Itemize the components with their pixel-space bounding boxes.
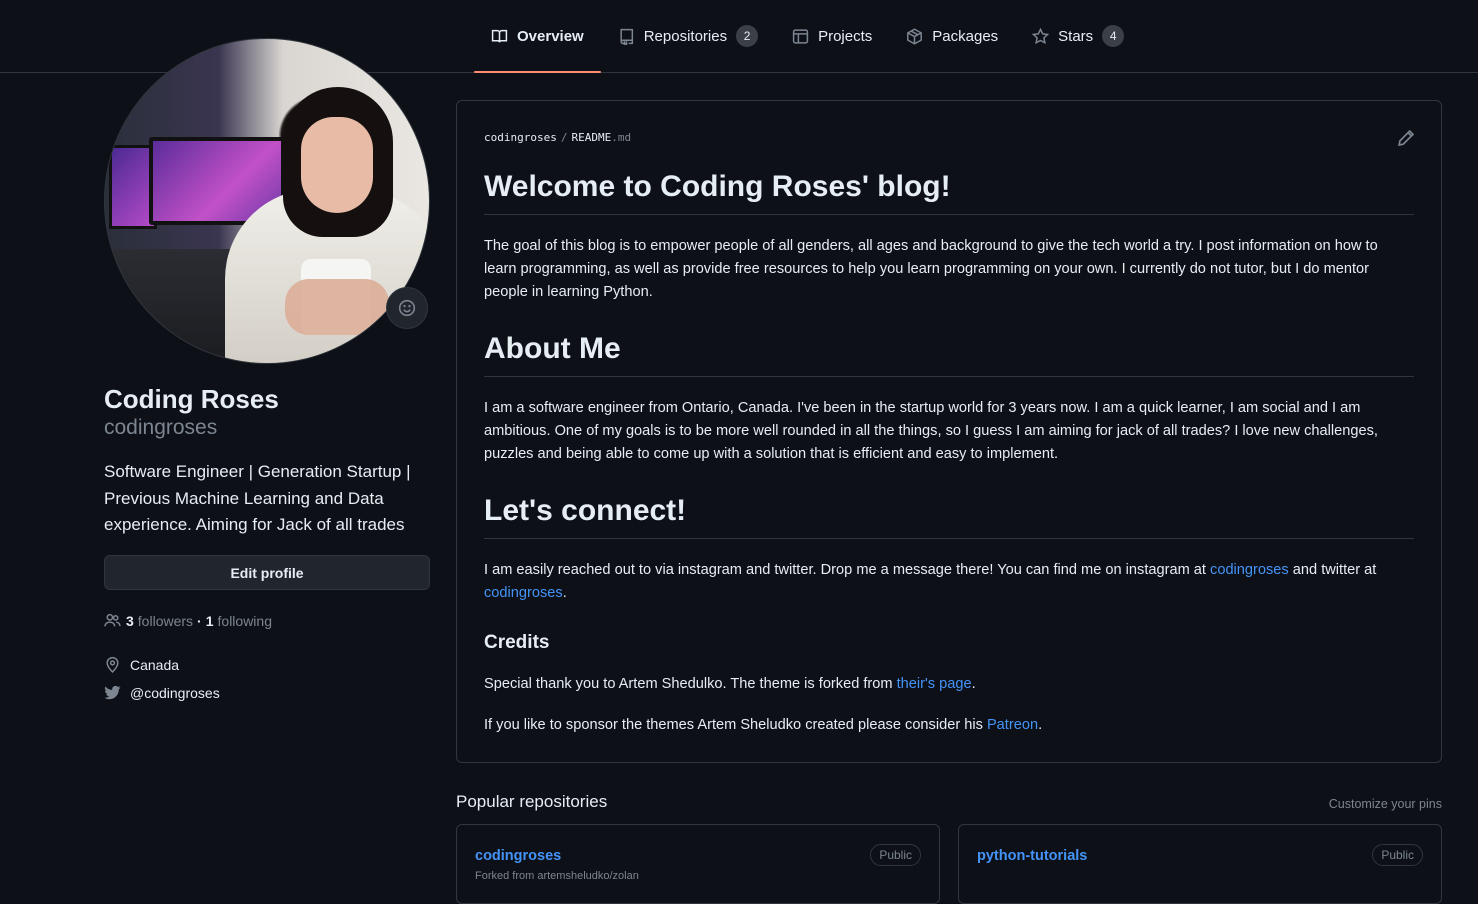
visibility-badge: Public <box>1372 844 1423 866</box>
repo-card: codingroses Public Forked from artemshel… <box>456 824 940 904</box>
readme-heading-credits: Credits <box>484 632 1414 654</box>
avatar[interactable] <box>104 38 430 364</box>
sponsor-text-b: . <box>1038 717 1043 733</box>
connect-text-c: . <box>562 585 567 601</box>
readme-heading-welcome: Welcome to Coding Roses' blog! <box>484 170 1414 215</box>
readme-owner-link[interactable]: codingroses <box>484 131 557 144</box>
tab-overview-label: Overview <box>517 27 584 45</box>
readme-heading-about: About Me <box>484 332 1414 377</box>
tab-overview[interactable]: Overview <box>474 0 601 73</box>
credits-text-b: . <box>971 676 976 692</box>
location-text: Canada <box>130 656 180 673</box>
readme-file-name: README <box>571 131 612 144</box>
tab-projects-label: Projects <box>818 27 873 45</box>
package-icon <box>907 27 923 45</box>
smiley-icon <box>398 299 416 317</box>
patreon-link[interactable]: Patreon <box>987 717 1038 733</box>
customize-pins-link[interactable]: Customize your pins <box>1329 797 1442 811</box>
connect-text-a: I am easily reached out to via instagram… <box>484 562 1211 578</box>
pencil-icon <box>1398 129 1415 147</box>
profile-username: codingroses <box>104 416 218 439</box>
tab-repositories-label: Repositories <box>643 27 728 45</box>
readme-paragraph-about: I am a software engineer from Ontario, C… <box>484 397 1414 466</box>
repositories-count-badge: 2 <box>736 25 759 47</box>
twitter-link[interactable]: codingroses <box>484 585 563 601</box>
twitter-icon <box>104 685 121 700</box>
readme-paragraph-credits: Special thank you to Artem Shedulko. The… <box>484 673 1414 696</box>
profile-bio: Software Engineer | Generation Startup |… <box>104 462 411 534</box>
tab-projects[interactable]: Projects <box>775 0 889 72</box>
readme-p2: I am a software engineer from Ontario, C… <box>484 400 1378 462</box>
readme-p1: The goal of this blog is to empower peop… <box>484 238 1378 300</box>
book-icon <box>491 29 508 42</box>
readme-h1: Welcome to Coding Roses' blog! <box>484 170 1414 215</box>
set-status-button[interactable] <box>386 287 428 329</box>
people-icon <box>104 613 121 627</box>
tab-repositories[interactable]: Repositories 2 <box>601 0 775 72</box>
readme-breadcrumb: codingroses / README.md <box>484 131 631 144</box>
readme-paragraph-goal: The goal of this blog is to empower peop… <box>484 235 1414 304</box>
readme-paragraph-connect: I am easily reached out to via instagram… <box>484 559 1414 605</box>
edit-profile-button[interactable]: Edit profile <box>104 555 430 590</box>
readme-paragraph-sponsor: If you like to sponsor the themes Artem … <box>484 714 1414 737</box>
followers-count: 3 <box>126 612 134 629</box>
readme-h2: About Me <box>484 332 1414 377</box>
following-count: 1 <box>205 612 214 629</box>
repo-name-link[interactable]: python-tutorials <box>977 848 1087 864</box>
tab-packages[interactable]: Packages <box>889 0 1015 72</box>
follow-stats: 3 followers · 1 following <box>104 612 272 629</box>
following-link[interactable]: 1 following <box>206 613 272 629</box>
tab-stars-label: Stars <box>1058 27 1094 45</box>
readme-heading-connect: Let's connect! <box>484 494 1414 539</box>
profile-tabs: Overview Repositories 2 Projects Package… <box>474 0 1141 73</box>
edit-readme-button[interactable] <box>1397 129 1415 147</box>
star-icon <box>1032 27 1050 44</box>
followers-link[interactable]: 3 followers <box>126 613 193 629</box>
following-label: following <box>217 612 272 629</box>
repo-card: python-tutorials Public <box>958 824 1442 904</box>
location-icon <box>106 656 119 673</box>
avatar-photo-face <box>301 117 373 213</box>
credits-text-a: Special thank you to Artem Shedulko. The… <box>484 676 897 692</box>
tab-packages-label: Packages <box>932 27 999 45</box>
breadcrumb-separator: / <box>560 131 568 144</box>
profile-name: Coding Roses <box>104 384 279 414</box>
readme-h4: Credits <box>484 632 550 653</box>
connect-text-b: and twitter at <box>1288 562 1377 578</box>
readme-file-ext: .md <box>611 131 632 144</box>
tab-stars[interactable]: Stars 4 <box>1015 0 1141 72</box>
table-icon <box>792 28 809 44</box>
twitter-handle: @codingroses <box>130 684 220 701</box>
forked-from-text: Forked from artemsheludko/zolan <box>475 870 639 882</box>
avatar-photo-hands <box>285 279 389 335</box>
sponsor-text-a: If you like to sponsor the themes Artem … <box>484 717 987 733</box>
profile-location: Canada <box>104 656 179 673</box>
popular-repos-title: Popular repositories <box>456 792 608 811</box>
repo-name-link[interactable]: codingroses <box>475 848 561 864</box>
followers-label: followers <box>137 612 194 629</box>
profile-readme-card: codingroses / README.md Welcome to Coding … <box>456 100 1442 763</box>
instagram-link[interactable]: codingroses <box>1210 562 1289 578</box>
readme-h3: Let's connect! <box>484 494 1414 539</box>
repo-icon <box>620 28 633 45</box>
profile-twitter[interactable]: @codingroses <box>104 684 220 701</box>
stars-count-badge: 4 <box>1102 25 1125 47</box>
follow-separator: · <box>197 612 202 629</box>
theme-source-link[interactable]: their's page <box>897 676 972 692</box>
visibility-badge: Public <box>870 844 921 866</box>
